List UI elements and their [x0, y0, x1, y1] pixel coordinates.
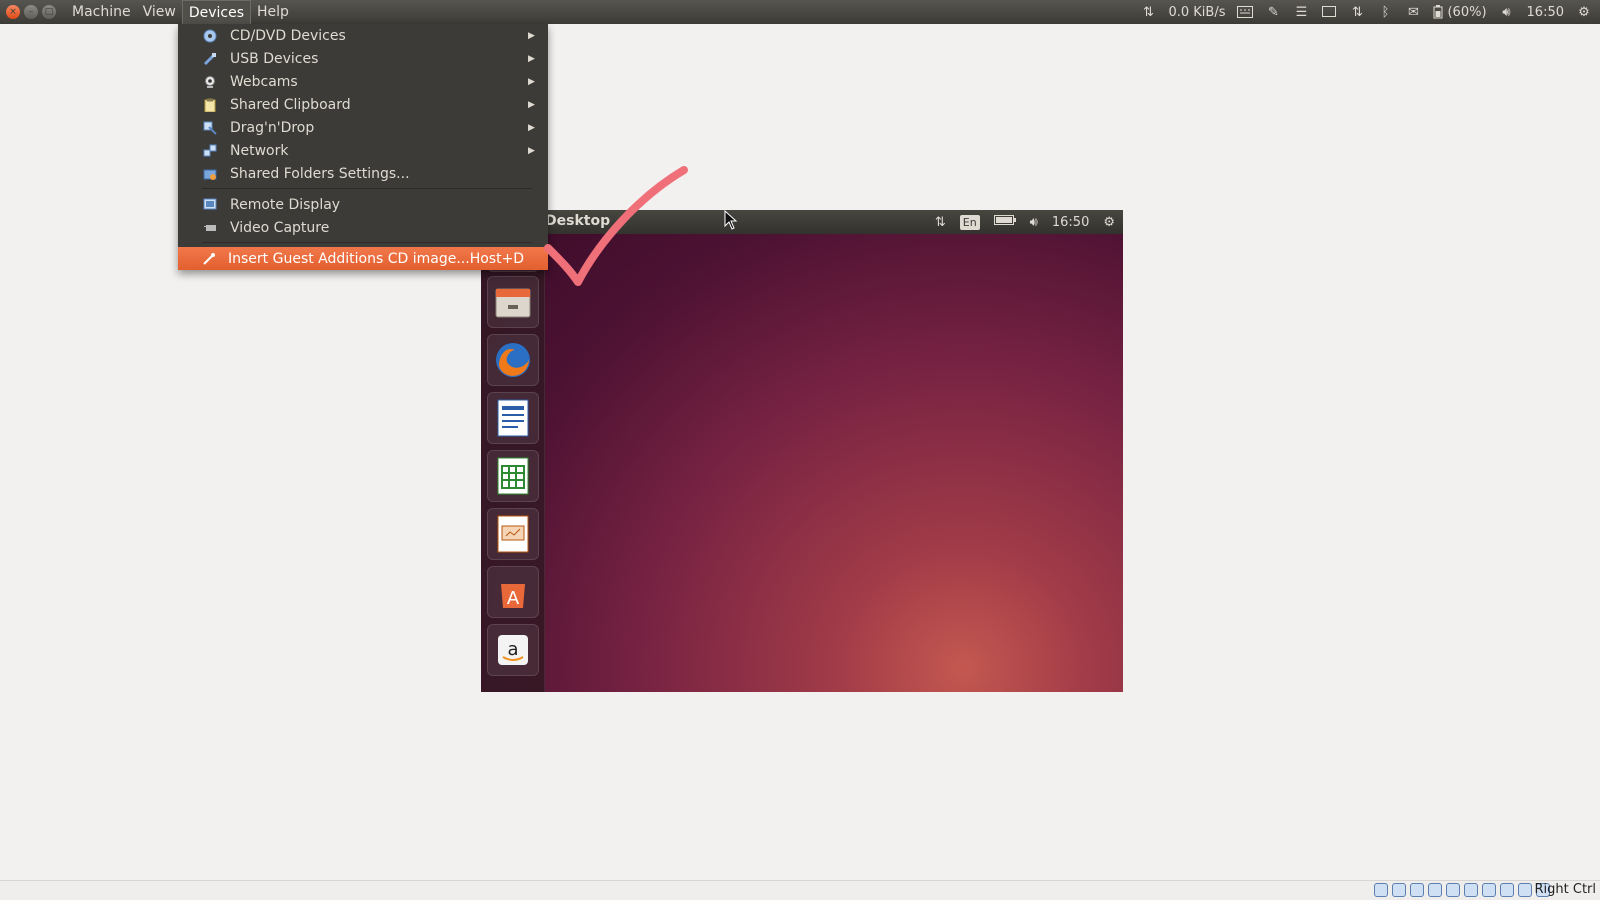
menu-item-drag-n-drop[interactable]: Drag'n'Drop ▶: [178, 116, 548, 139]
remote-display-icon: [202, 197, 218, 213]
hard-disk-icon[interactable]: [1374, 883, 1388, 897]
mouse-integration-icon[interactable]: [1518, 883, 1532, 897]
vm-statusbar: Right Ctrl: [0, 880, 1600, 900]
menu-item-label: Shared Folders Settings...: [230, 165, 410, 182]
shortcut-label: Host+D: [469, 250, 525, 267]
guest-additions-icon: [202, 251, 216, 267]
devices-menu: CD/DVD Devices ▶ USB Devices ▶ Webcams ▶…: [178, 24, 548, 270]
menu-item-shared-clipboard[interactable]: Shared Clipboard ▶: [178, 93, 548, 116]
guest-vm-screen[interactable]: Desktop ⇅ En 🔊︎ 16:50 ⚙ A a: [481, 210, 1123, 692]
clock[interactable]: 16:50: [1527, 5, 1564, 20]
battery-level: (60%): [1447, 4, 1487, 20]
screen-icon[interactable]: [1321, 5, 1337, 19]
menu-item-label: Remote Display: [230, 196, 341, 213]
usb-status-icon[interactable]: [1410, 883, 1424, 897]
keyboard-language[interactable]: En: [959, 214, 980, 230]
submenu-arrow-icon: ▶: [528, 122, 535, 133]
vm-menubar: Machine View Devices Help: [66, 0, 295, 24]
video-capture-status-icon[interactable]: [1482, 883, 1496, 897]
guest-indicators: ⇅ En 🔊︎ 16:50 ⚙: [935, 210, 1115, 234]
pen-icon[interactable]: ✎: [1265, 5, 1281, 20]
menu-item-label: Video Capture: [230, 219, 330, 236]
maximize-window-button[interactable]: □: [42, 5, 56, 19]
network-icon: [202, 143, 218, 159]
bluetooth-icon[interactable]: ᛒ: [1377, 5, 1393, 20]
menu-separator: [202, 242, 532, 243]
menu-help[interactable]: Help: [251, 0, 295, 24]
menu-item-label: Drag'n'Drop: [230, 119, 315, 136]
close-window-button[interactable]: ×: [6, 5, 20, 19]
submenu-arrow-icon: ▶: [528, 145, 535, 156]
menu-item-usb[interactable]: USB Devices ▶: [178, 47, 548, 70]
menu-item-label: CD/DVD Devices: [230, 27, 346, 44]
battery-icon[interactable]: (60%): [1433, 4, 1487, 20]
menu-item-shared-folders-settings[interactable]: Shared Folders Settings...: [178, 162, 548, 185]
display-status-icon[interactable]: [1464, 883, 1478, 897]
clipboard-icon: [202, 97, 218, 113]
menu-devices[interactable]: Devices: [181, 0, 252, 24]
submenu-arrow-icon: ▶: [528, 99, 535, 110]
system-indicators: ⇅ 0.0 KiB/s ✎ ☰ ⇅ ᛒ ✉ (60%) 🔊︎ 16:50 ⚙: [1140, 0, 1592, 24]
menu-item-label: USB Devices: [230, 50, 319, 67]
optical-drive-icon[interactable]: [1392, 883, 1406, 897]
software-center-icon[interactable]: A: [487, 566, 539, 618]
submenu-arrow-icon: ▶: [528, 76, 535, 87]
host-key-label: Right Ctrl: [1534, 882, 1597, 897]
network-speed: 0.0 KiB/s: [1168, 4, 1226, 20]
firefox-icon[interactable]: [487, 334, 539, 386]
gear-icon[interactable]: ⚙: [1103, 215, 1115, 230]
menu-item-insert-guest-additions[interactable]: Insert Guest Additions CD image... Host+…: [178, 247, 548, 270]
battery-icon[interactable]: [993, 214, 1016, 230]
updown-icon[interactable]: ⇅: [1349, 5, 1365, 20]
menu-item-network[interactable]: Network ▶: [178, 139, 548, 162]
menu-item-label: Network: [230, 142, 289, 159]
calc-icon[interactable]: [487, 450, 539, 502]
menu-machine[interactable]: Machine: [66, 0, 137, 24]
volume-icon[interactable]: 🔊︎: [1030, 215, 1038, 230]
mouse-cursor-icon: [724, 210, 738, 230]
amazon-icon[interactable]: a: [487, 624, 539, 676]
unity-launcher: A a: [481, 220, 545, 692]
window-controls: × – □: [0, 5, 66, 19]
menu-item-webcams[interactable]: Webcams ▶: [178, 70, 548, 93]
video-capture-icon: [202, 220, 218, 236]
submenu-arrow-icon: ▶: [528, 53, 535, 64]
transfer-icon[interactable]: ⇅: [935, 215, 946, 230]
volume-icon[interactable]: 🔊︎: [1499, 5, 1515, 20]
keyboard-icon[interactable]: [1237, 6, 1254, 18]
impress-icon[interactable]: [487, 508, 539, 560]
transfer-icon[interactable]: ⇅: [1140, 5, 1156, 20]
menu-item-label: Insert Guest Additions CD image...: [228, 250, 470, 267]
svg-text:a: a: [507, 639, 518, 660]
shared-folders-status-icon[interactable]: [1446, 883, 1460, 897]
menu-item-label: Shared Clipboard: [230, 96, 351, 113]
menu-list-icon[interactable]: ☰: [1293, 5, 1309, 20]
guest-clock[interactable]: 16:50: [1052, 215, 1089, 230]
usb-icon: [202, 51, 218, 67]
gear-icon[interactable]: ⚙: [1576, 5, 1592, 20]
guest-window-title: Desktop: [545, 213, 611, 229]
menu-item-remote-display[interactable]: Remote Display: [178, 193, 548, 216]
status-icons: [1374, 883, 1550, 897]
files-icon[interactable]: [487, 276, 539, 328]
webcam-icon: [202, 74, 218, 90]
menu-separator: [202, 188, 532, 189]
svg-text:A: A: [507, 588, 520, 609]
shared-folders-icon: [202, 166, 218, 182]
host-menubar: × – □ Machine View Devices Help ⇅ 0.0 Ki…: [0, 0, 1600, 24]
menu-view[interactable]: View: [137, 0, 182, 24]
submenu-arrow-icon: ▶: [528, 30, 535, 41]
menu-item-label: Webcams: [230, 73, 298, 90]
guest-top-panel: Desktop ⇅ En 🔊︎ 16:50 ⚙: [481, 210, 1123, 234]
minimize-window-button[interactable]: –: [24, 5, 38, 19]
network-status-icon[interactable]: [1428, 883, 1442, 897]
menu-item-video-capture[interactable]: Video Capture: [178, 216, 548, 239]
drag-drop-icon: [202, 120, 218, 136]
cd-icon: [202, 28, 218, 44]
menu-item-cd-dvd[interactable]: CD/DVD Devices ▶: [178, 24, 548, 47]
writer-icon[interactable]: [487, 392, 539, 444]
mail-icon[interactable]: ✉: [1405, 5, 1421, 20]
cpu-status-icon[interactable]: [1500, 883, 1514, 897]
